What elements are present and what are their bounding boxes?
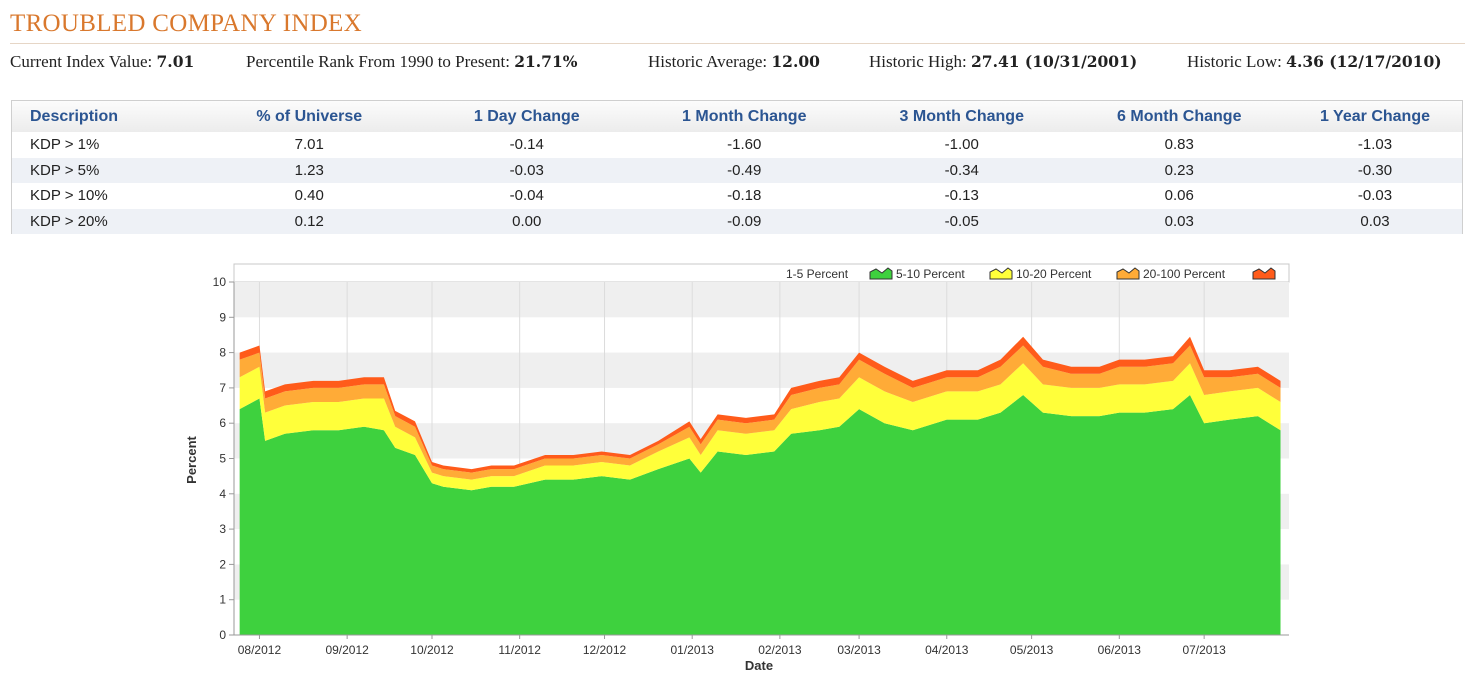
stat-low-label: Historic Low: <box>1187 52 1282 71</box>
x-tick-label: 09/2012 <box>325 643 369 657</box>
stat-high-label: Historic High: <box>869 52 967 71</box>
table-cell: -0.14 <box>509 136 544 154</box>
stat-low-value: 4.36 (12/17/2010) <box>1286 52 1442 71</box>
x-tick-label: 02/2013 <box>758 643 802 657</box>
table-cell: KDP > 10% <box>30 187 108 205</box>
x-tick-label: 01/2013 <box>671 643 715 657</box>
table-cell: 0.00 <box>512 212 542 230</box>
stat-current-index: Current Index Value: 7.01 <box>10 52 194 72</box>
column-header-1-month-change[interactable]: 1 Month Change <box>636 101 854 132</box>
stat-percentile-rank: Percentile Rank From 1990 to Present: 21… <box>246 52 577 72</box>
table-row: KDP > 1% 7.01 -0.14 -1.60 -1.00 0.83 -1.… <box>12 132 1462 158</box>
y-tick-label: 5 <box>219 452 226 466</box>
table-cell: 0.12 <box>294 212 324 230</box>
table-cell: KDP > 1% <box>30 136 100 154</box>
table-cell: 0.03 <box>1164 212 1194 230</box>
y-tick-label: 1 <box>219 593 226 607</box>
x-tick-label: 05/2013 <box>1010 643 1054 657</box>
table-cell: -0.49 <box>727 161 762 179</box>
y-tick-label: 7 <box>219 381 226 395</box>
stat-percentile-value: 21.71% <box>514 52 578 71</box>
table-row: KDP > 5% 1.23 -0.03 -0.49 -0.34 0.23 -0.… <box>12 157 1462 183</box>
table-cell: -0.13 <box>944 187 979 205</box>
index-change-table: Description % of Universe 1 Day Change 1… <box>12 101 1462 234</box>
y-tick-label: 3 <box>219 522 226 536</box>
x-tick-label: 12/2012 <box>583 643 627 657</box>
y-tick-label: 0 <box>219 628 226 642</box>
stat-average-label: Historic Average: <box>648 52 768 71</box>
index-table-container: Description % of Universe 1 Day Change 1… <box>11 100 1463 234</box>
y-tick-label: 9 <box>219 310 226 324</box>
y-tick-label: 2 <box>219 557 226 571</box>
table-header-row: Description % of Universe 1 Day Change 1… <box>12 101 1462 132</box>
legend-label: 20-100 Percent <box>1143 267 1226 281</box>
chart-svg: 0 1 2 3 4 5 6 7 8 9 10 08/2012 09/2012 10/2012 11/201… <box>184 263 1290 672</box>
x-tick-label: 07/2013 <box>1182 643 1226 657</box>
table-row: KDP > 10% 0.40 -0.04 -0.18 -0.13 0.06 -0… <box>12 183 1462 209</box>
table-cell: -0.18 <box>727 187 762 205</box>
table-cell: -1.00 <box>944 136 979 154</box>
table-cell: -0.05 <box>944 212 979 230</box>
plot-band <box>234 282 1289 318</box>
title-divider <box>10 43 1465 44</box>
table-cell: 0.83 <box>1164 136 1194 154</box>
y-tick-label: 4 <box>219 487 226 501</box>
table-cell: 0.40 <box>294 187 324 205</box>
x-tick-label: 04/2013 <box>925 643 969 657</box>
stat-historic-low: Historic Low: 4.36 (12/17/2010) <box>1187 52 1442 72</box>
page-title: TROUBLED COMPANY INDEX <box>10 10 362 37</box>
table-cell: 0.03 <box>1360 212 1390 230</box>
table-cell: -0.04 <box>509 187 544 205</box>
x-tick-label: 03/2013 <box>837 643 881 657</box>
table-cell: -0.34 <box>944 161 979 179</box>
table-cell: 7.01 <box>294 136 324 154</box>
table-cell: -1.03 <box>1357 136 1393 154</box>
table-cell: -0.03 <box>1357 187 1393 205</box>
legend-label: 5-10 Percent <box>896 267 965 281</box>
table-cell: -1.60 <box>727 136 762 154</box>
stat-historic-average: Historic Average: 12.00 <box>648 52 820 72</box>
stat-current-label: Current Index Value: <box>10 52 153 71</box>
column-header-1-day-change[interactable]: 1 Day Change <box>418 101 636 132</box>
x-tick-label: 06/2013 <box>1098 643 1142 657</box>
column-header-3-month-change[interactable]: 3 Month Change <box>853 101 1071 132</box>
table-cell: -0.03 <box>509 161 544 179</box>
x-axis-title: Date <box>745 658 773 672</box>
table-row: KDP > 20% 0.12 0.00 -0.09 -0.05 0.03 0.0… <box>12 208 1462 234</box>
x-axis-ticks: 08/2012 09/2012 10/2012 11/2012 12/2012 01/20… <box>238 635 1226 657</box>
stat-high-value: 27.41 (10/31/2001) <box>971 52 1138 71</box>
stat-average-value: 12.00 <box>771 52 820 71</box>
table-cell: KDP > 20% <box>30 212 108 230</box>
x-tick-label: 08/2012 <box>238 643 282 657</box>
column-header-pct-universe[interactable]: % of Universe <box>201 101 419 132</box>
x-tick-label: 11/2012 <box>498 643 541 657</box>
table-cell: 0.06 <box>1164 187 1194 205</box>
troubled-company-chart: 0 1 2 3 4 5 6 7 8 9 10 08/2012 09/2012 10/2012 11/201… <box>180 260 1300 672</box>
legend-label: 10-20 Percent <box>1016 267 1092 281</box>
y-tick-label: 6 <box>219 416 226 430</box>
stat-current-value: 7.01 <box>156 52 195 71</box>
column-header-description[interactable]: Description <box>12 101 201 132</box>
legend-label: 1-5 Percent <box>786 267 849 281</box>
table-cell: KDP > 5% <box>30 161 100 179</box>
y-axis-title: Percent <box>184 435 199 483</box>
y-tick-label: 10 <box>213 275 227 289</box>
table-cell: 1.23 <box>294 161 324 179</box>
table-cell: -0.09 <box>727 212 762 230</box>
stat-percentile-label: Percentile Rank From 1990 to Present: <box>246 52 510 71</box>
y-tick-label: 8 <box>219 346 226 360</box>
stat-historic-high: Historic High: 27.41 (10/31/2001) <box>869 52 1137 72</box>
table-cell: 0.23 <box>1164 161 1194 179</box>
column-header-6-month-change[interactable]: 6 Month Change <box>1071 101 1289 132</box>
column-header-1-year-change[interactable]: 1 Year Change <box>1288 101 1462 132</box>
table-cell: -0.30 <box>1357 161 1393 179</box>
x-tick-label: 10/2012 <box>410 643 454 657</box>
